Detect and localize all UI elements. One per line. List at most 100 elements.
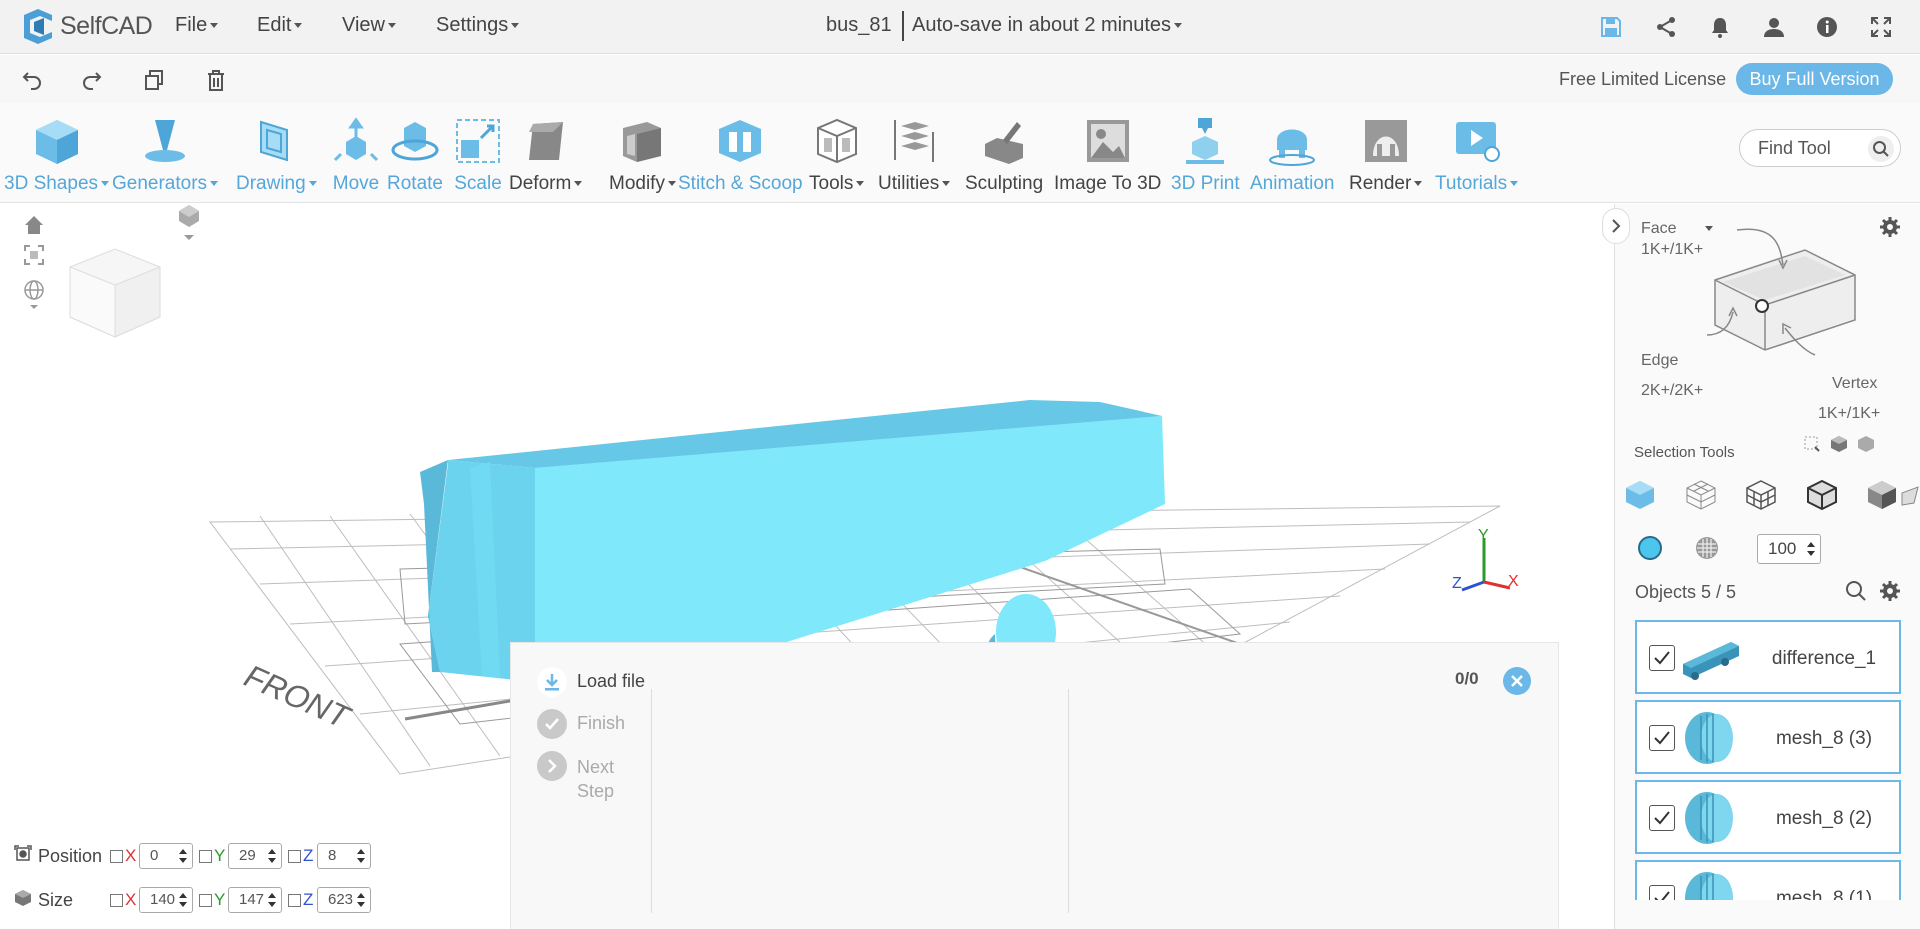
position-x-input[interactable]: 0: [139, 843, 193, 869]
tool-stitch-scoop[interactable]: Stitch & Scoop: [678, 103, 803, 203]
deform-icon: [520, 115, 572, 167]
visibility-checkbox[interactable]: [1649, 805, 1675, 831]
redo-icon[interactable]: [79, 67, 105, 93]
stepper-arrows-icon[interactable]: [357, 892, 365, 908]
fullscreen-icon[interactable]: [1868, 14, 1894, 40]
chevron-down-icon: [101, 181, 110, 187]
visibility-checkbox[interactable]: [1649, 645, 1675, 671]
position-z-input[interactable]: 8: [317, 843, 371, 869]
cube-select-icon[interactable]: [1829, 434, 1849, 454]
list-item[interactable]: mesh_8 (3): [1635, 700, 1901, 774]
visibility-checkbox[interactable]: [1649, 725, 1675, 751]
tool-tutorials[interactable]: Tutorials: [1435, 103, 1519, 203]
stepper-arrows-icon[interactable]: [1807, 541, 1815, 557]
tool-generators[interactable]: Generators: [112, 103, 219, 203]
material-texture-icon[interactable]: [1690, 531, 1724, 565]
tool-tools[interactable]: Tools: [809, 103, 865, 203]
tool-modify[interactable]: Modify: [609, 103, 676, 203]
size-x-input[interactable]: 140: [139, 887, 193, 913]
autosave-status[interactable]: Auto-save in about 2 minutes: [912, 14, 1183, 37]
size-z-input[interactable]: 623: [317, 887, 371, 913]
gear-icon[interactable]: [1877, 578, 1903, 604]
list-item[interactable]: mesh_8 (2): [1635, 780, 1901, 854]
tool-rotate[interactable]: Rotate: [387, 103, 443, 203]
copy-icon[interactable]: [141, 67, 167, 93]
plane-select-icon[interactable]: [1900, 478, 1920, 512]
tool-scale[interactable]: Scale: [452, 103, 504, 203]
position-x-lock-checkbox[interactable]: [110, 849, 123, 863]
selfcad-logo[interactable]: SelfCAD: [20, 6, 153, 46]
object-name: mesh_8 (1): [1775, 888, 1873, 900]
cube-icon: [31, 115, 83, 167]
object-select-icon[interactable]: [1623, 478, 1657, 512]
step-load-file[interactable]: Load file: [537, 667, 645, 697]
object-color-swatch[interactable]: [1638, 536, 1662, 560]
edit-menu[interactable]: Edit: [257, 14, 303, 37]
tool-move[interactable]: Move: [330, 103, 382, 203]
position-y-input[interactable]: 29: [228, 843, 282, 869]
user-icon[interactable]: [1761, 14, 1787, 40]
edge-select-icon[interactable]: [1805, 478, 1839, 512]
edge-label: Edge: [1641, 352, 1679, 369]
list-item[interactable]: difference_1: [1635, 620, 1901, 694]
tutorials-icon: [1451, 115, 1503, 167]
file-menu[interactable]: File: [175, 14, 219, 37]
face-mode-select[interactable]: Face: [1641, 220, 1713, 238]
size-y-input[interactable]: 147: [228, 887, 282, 913]
tool-sculpting[interactable]: Sculpting: [965, 103, 1043, 203]
view-menu[interactable]: View: [342, 14, 396, 37]
tool-image-to-3d-label: Image To 3D: [1054, 173, 1162, 194]
find-tool-input[interactable]: [1758, 138, 1868, 159]
save-icon[interactable]: [1598, 14, 1624, 40]
tool-3d-print[interactable]: 3D Print: [1171, 103, 1240, 203]
stepper-arrows-icon[interactable]: [357, 848, 365, 864]
chevron-down-icon: [210, 23, 219, 29]
search-icon[interactable]: [1868, 136, 1894, 162]
home-icon[interactable]: [21, 212, 47, 238]
tool-utilities[interactable]: Utilities: [878, 103, 951, 203]
focus-icon[interactable]: [21, 242, 47, 268]
document-title[interactable]: bus_81: [826, 14, 892, 37]
box-select-icon[interactable]: [1802, 434, 1822, 454]
vertex-select-icon[interactable]: [1865, 478, 1899, 512]
stepper-arrows-icon[interactable]: [268, 892, 276, 908]
close-icon[interactable]: [1503, 667, 1531, 695]
navigation-cube[interactable]: [60, 239, 170, 349]
trash-icon[interactable]: [203, 67, 229, 93]
face-select-icon[interactable]: [1684, 478, 1718, 512]
opacity-input[interactable]: 100: [1757, 534, 1821, 564]
tool-animation[interactable]: Animation: [1250, 103, 1335, 203]
list-item[interactable]: mesh_8 (1): [1635, 860, 1901, 900]
tool-image-to-3d[interactable]: Image To 3D: [1054, 103, 1161, 203]
search-icon[interactable]: [1843, 578, 1869, 604]
tool-drawing[interactable]: Drawing: [236, 103, 317, 203]
position-z-lock-checkbox[interactable]: [288, 849, 301, 863]
buy-full-version-button[interactable]: Buy Full Version: [1736, 63, 1893, 95]
view-mode-icon[interactable]: [21, 280, 47, 309]
polygon-select-icon[interactable]: [1744, 478, 1778, 512]
find-tool-box: [1739, 129, 1901, 167]
size-z-lock-checkbox[interactable]: [288, 893, 301, 907]
stepper-arrows-icon[interactable]: [179, 892, 187, 908]
tool-render[interactable]: Render: [1349, 103, 1423, 203]
title-separator: [902, 11, 904, 41]
undo-icon[interactable]: [19, 67, 45, 93]
visibility-checkbox[interactable]: [1649, 885, 1675, 900]
size-y-lock-checkbox[interactable]: [199, 893, 212, 907]
share-icon[interactable]: [1653, 14, 1679, 40]
stepper-arrows-icon[interactable]: [179, 848, 187, 864]
tool-3d-shapes[interactable]: 3D Shapes: [4, 103, 110, 203]
tool-deform[interactable]: Deform: [509, 103, 583, 203]
size-x-lock-checkbox[interactable]: [110, 893, 123, 907]
settings-menu[interactable]: Settings: [436, 14, 520, 37]
move-icon: [330, 115, 382, 167]
3d-viewport[interactable]: FRONT Y X Z Position X 0 Y 29 Z 8 Size X…: [0, 204, 1614, 929]
camera-icon[interactable]: [176, 205, 202, 240]
bell-icon[interactable]: [1707, 14, 1733, 40]
collapse-panel-button[interactable]: [1602, 208, 1630, 244]
position-y-lock-checkbox[interactable]: [199, 849, 212, 863]
info-icon[interactable]: [1814, 14, 1840, 40]
solid-select-icon[interactable]: [1856, 434, 1876, 454]
stepper-arrows-icon[interactable]: [268, 848, 276, 864]
modify-icon: [616, 115, 668, 167]
